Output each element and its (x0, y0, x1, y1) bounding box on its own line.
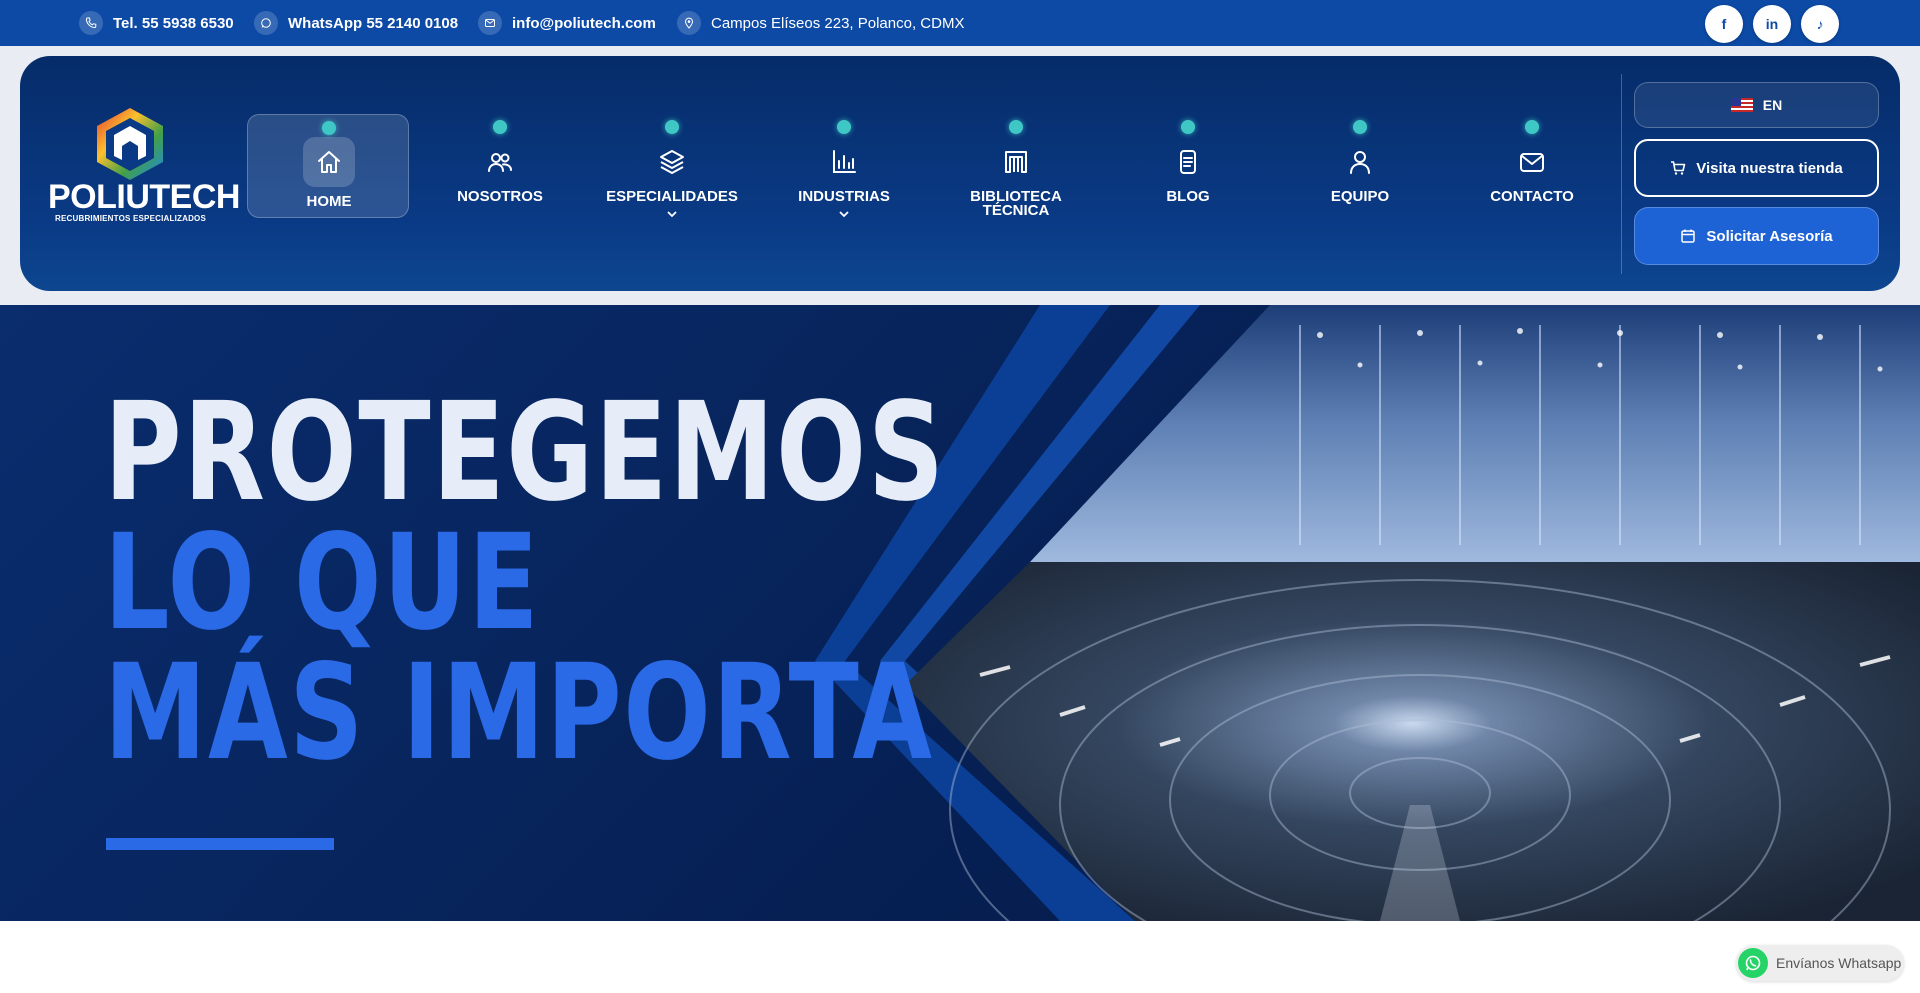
whatsapp-widget-label: Envíanos Whatsapp (1776, 955, 1902, 971)
tiktok-icon[interactable]: ♪ (1801, 5, 1839, 43)
request-advice-button[interactable]: Solicitar Asesoría (1634, 207, 1879, 265)
layers-icon (646, 140, 698, 184)
nav-label: CONTACTO (1490, 188, 1574, 205)
user-icon (1334, 140, 1386, 184)
main-header: POLIUTECH RECUBRIMIENTOS ESPECIALIZADOS … (20, 56, 1900, 291)
brand-tagline: RECUBRIMIENTOS ESPECIALIZADOS (55, 214, 206, 223)
chevron-down-icon (839, 211, 849, 218)
nav-indicator-dot (322, 121, 336, 135)
phone-contact[interactable]: Tel. 55 5938 6530 (79, 0, 234, 46)
whatsapp-text: WhatsApp 55 2140 0108 (288, 14, 459, 32)
whatsapp-chat-widget[interactable]: Envíanos Whatsapp (1736, 945, 1904, 981)
nav-label: ESPECIALIDADES (606, 188, 738, 205)
nav-indicator-dot (1525, 120, 1539, 134)
cart-icon (1671, 161, 1686, 175)
nav-contacto[interactable]: CONTACTO (1451, 114, 1613, 218)
brand-logo[interactable]: POLIUTECH RECUBRIMIENTOS ESPECIALIZADOS (48, 106, 240, 231)
nav-indicator-dot (837, 120, 851, 134)
nav-label: EQUIPO (1330, 188, 1390, 205)
nav-home[interactable]: HOME (247, 114, 409, 218)
bar-chart-icon (818, 140, 870, 184)
language-label: EN (1762, 97, 1783, 113)
whatsapp-contact[interactable]: WhatsApp 55 2140 0108 (254, 0, 458, 46)
nav-indicator-dot (493, 120, 507, 134)
envelope-icon (478, 11, 502, 35)
whatsapp-icon (1738, 948, 1768, 978)
nav-label: NOSOTROS (457, 188, 543, 205)
document-icon (1162, 140, 1214, 184)
header-divider (1621, 74, 1622, 274)
header-area: POLIUTECH RECUBRIMIENTOS ESPECIALIZADOS … (0, 46, 1920, 305)
request-advice-label: Solicitar Asesoría (1706, 227, 1833, 245)
chevron-down-icon (667, 211, 677, 218)
brand-name: POLIUTECH (48, 178, 240, 216)
hero-accent-bar (106, 838, 334, 850)
nav-label: BIBLIOTECA TÉCNICA (935, 189, 1097, 219)
phone-icon (79, 11, 103, 35)
library-icon (990, 140, 1042, 184)
email-text: info@poliutech.com (512, 14, 656, 32)
top-contact-bar: Tel. 55 5938 6530 WhatsApp 55 2140 0108 … (0, 0, 1920, 46)
nav-indicator-dot (1009, 120, 1023, 134)
hero-banner: PROTEGEMOS LO QUE MÁS IMPORTA (0, 305, 1920, 921)
nav-label-line2: TÉCNICA (982, 202, 1050, 219)
hero-headline-line1: PROTEGEMOS (104, 374, 946, 532)
visit-store-button[interactable]: Visita nuestra tienda (1634, 139, 1879, 197)
location-pin-icon (677, 11, 701, 35)
home-icon (303, 137, 355, 187)
phone-text: Tel. 55 5938 6530 (113, 14, 234, 32)
email-contact[interactable]: info@poliutech.com (478, 0, 656, 46)
linkedin-icon[interactable]: in (1753, 5, 1791, 43)
logo-shield-icon (97, 108, 163, 180)
hero-headline-line3: MÁS IMPORTA (104, 636, 934, 790)
address-contact[interactable]: Campos Elíseos 223, Polanco, CDMX (677, 0, 964, 46)
nav-especialidades[interactable]: ESPECIALIDADES (591, 114, 753, 218)
calendar-icon (1681, 229, 1696, 243)
nav-label: HOME (306, 193, 352, 210)
hero-headline-line2: LO QUE (104, 506, 541, 660)
language-switch-button[interactable]: EN (1634, 82, 1879, 128)
nav-biblioteca-tecnica[interactable]: BIBLIOTECA TÉCNICA (935, 114, 1097, 218)
nav-label: INDUSTRIAS (798, 188, 890, 205)
mail-icon (1506, 140, 1558, 184)
nav-industrias[interactable]: INDUSTRIAS (763, 114, 925, 218)
nav-indicator-dot (665, 120, 679, 134)
whatsapp-icon (254, 11, 278, 35)
us-flag-icon (1730, 98, 1753, 112)
facebook-icon[interactable]: f (1705, 5, 1743, 43)
nav-blog[interactable]: BLOG (1107, 114, 1269, 218)
nav-indicator-dot (1181, 120, 1195, 134)
nav-indicator-dot (1353, 120, 1367, 134)
visit-store-label: Visita nuestra tienda (1696, 159, 1843, 177)
nav-label: BLOG (1166, 188, 1210, 205)
users-icon (474, 140, 526, 184)
nav-nosotros[interactable]: NOSOTROS (419, 114, 581, 218)
address-text: Campos Elíseos 223, Polanco, CDMX (711, 14, 965, 32)
nav-equipo[interactable]: EQUIPO (1279, 114, 1441, 218)
